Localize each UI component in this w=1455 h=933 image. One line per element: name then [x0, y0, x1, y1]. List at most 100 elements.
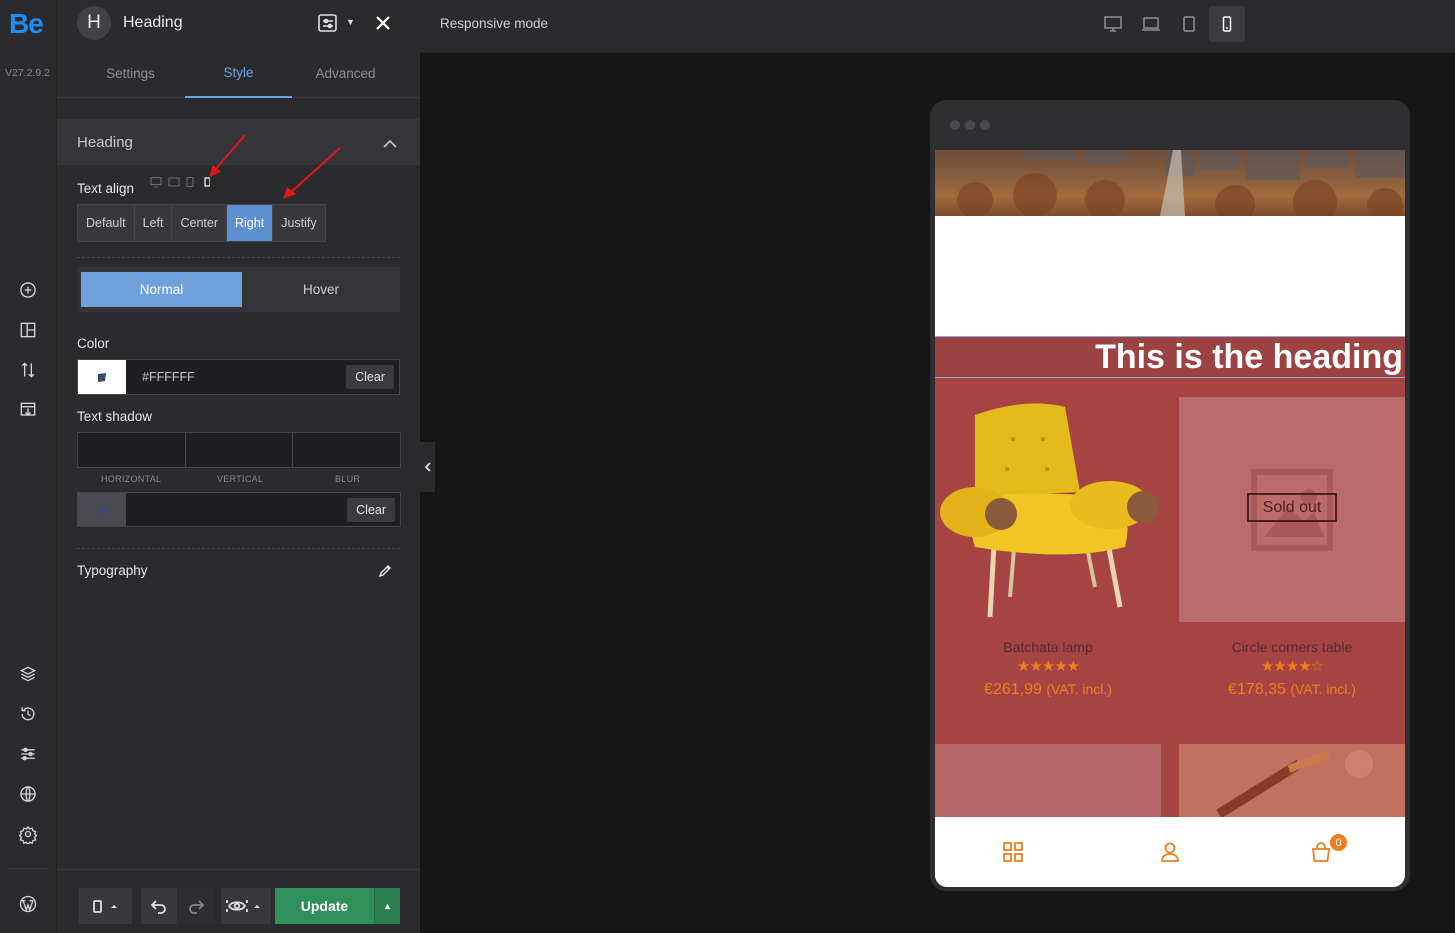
preview-screen: This is the heading Batchata lamp ★★★★★ …	[935, 150, 1405, 887]
section-title: Heading	[77, 134, 133, 151]
state-toggle: Normal Hover	[77, 267, 400, 312]
selected-heading-element[interactable]: This is the heading	[935, 336, 1405, 378]
bottom-nav: 0	[935, 817, 1405, 887]
laptop-icon	[1142, 17, 1160, 31]
redo-icon	[189, 900, 205, 914]
heading-element-badge: H	[77, 6, 111, 40]
product-image-placeholder[interactable]	[935, 744, 1161, 817]
undo-icon	[150, 900, 166, 914]
color-label: Color	[77, 336, 110, 351]
settings-icon[interactable]	[16, 822, 40, 846]
laptop-view-button[interactable]	[1133, 6, 1169, 42]
product-price: €261,99 (VAT. incl.)	[935, 681, 1161, 699]
sliders-icon[interactable]	[16, 742, 40, 766]
shadow-vertical-label: VERTICAL	[217, 474, 264, 484]
presets-dropdown-icon[interactable]: ▼	[346, 17, 355, 27]
white-content-block	[935, 216, 1405, 337]
shadow-horizontal-label: HORIZONTAL	[101, 474, 162, 484]
import-icon[interactable]	[16, 398, 40, 422]
divider	[77, 548, 400, 549]
top-bar: Responsive mode	[420, 0, 1455, 53]
user-icon[interactable]	[1158, 840, 1182, 864]
chevron-left-icon	[424, 462, 431, 472]
annotation-arrows	[209, 134, 341, 199]
sold-out-badge: Sold out	[1247, 493, 1337, 522]
price-value: €178,35	[1228, 681, 1286, 698]
typography-label: Typography	[77, 563, 148, 578]
product-image-tools[interactable]	[1179, 744, 1405, 817]
color-value-input[interactable]: #FFFFFF	[142, 370, 195, 384]
collapse-panel-button[interactable]	[420, 442, 435, 492]
window-dot	[965, 120, 975, 130]
normal-state-button[interactable]: Normal	[81, 272, 242, 307]
layers-icon[interactable]	[16, 662, 40, 686]
product-name[interactable]: Circle corners table	[1179, 639, 1405, 655]
eye-icon	[226, 900, 260, 912]
product-image-chair[interactable]	[935, 397, 1161, 622]
globe-icon[interactable]	[16, 782, 40, 806]
responsive-devices-icons[interactable]	[150, 176, 210, 188]
presets-icon[interactable]	[317, 12, 339, 34]
eyedropper-icon	[97, 505, 107, 514]
responsive-mode-title: Responsive mode	[440, 16, 549, 31]
update-button[interactable]: Update	[275, 888, 374, 924]
shadow-color-field: Clear	[77, 492, 401, 527]
wordpress-icon[interactable]	[16, 892, 40, 916]
sort-icon[interactable]	[16, 358, 40, 382]
align-right-button[interactable]: Right	[227, 205, 274, 241]
be-logo[interactable]: Be	[9, 8, 44, 40]
color-swatch[interactable]	[78, 360, 126, 394]
tablet-view-button[interactable]	[1171, 6, 1207, 42]
product-price: €178,35 (VAT. incl.)	[1179, 681, 1405, 699]
preview-button[interactable]	[221, 888, 271, 924]
shadow-blur-input[interactable]	[293, 433, 400, 467]
tab-advanced[interactable]: Advanced	[292, 48, 399, 98]
align-center-button[interactable]: Center	[172, 205, 227, 241]
edit-pencil-icon[interactable]	[377, 563, 393, 584]
history-icon[interactable]	[16, 702, 40, 726]
price-tax: (VAT. incl.)	[1046, 681, 1112, 697]
layout-icon[interactable]	[16, 318, 40, 342]
grid-icon[interactable]	[1001, 840, 1025, 864]
align-default-button[interactable]: Default	[78, 205, 135, 241]
divider	[77, 257, 400, 258]
update-options-button[interactable]: ▲	[374, 888, 400, 924]
text-align-segmented: Default Left Center Right Justify	[77, 204, 326, 242]
shadow-color-swatch[interactable]	[78, 493, 126, 526]
bottom-toolbar: Update ▲	[57, 869, 420, 933]
close-icon[interactable]	[373, 13, 393, 33]
window-dot	[980, 120, 990, 130]
shadow-horizontal-input[interactable]	[78, 433, 186, 467]
mobile-icon	[1222, 16, 1232, 32]
mobile-preview-frame: This is the heading Batchata lamp ★★★★★ …	[930, 100, 1410, 891]
product-name[interactable]: Batchata lamp	[935, 639, 1161, 655]
redo-button[interactable]	[178, 888, 214, 924]
chevron-up-icon[interactable]	[383, 136, 397, 154]
text-shadow-label: Text shadow	[77, 409, 153, 424]
align-justify-button[interactable]: Justify	[273, 205, 324, 241]
price-value: €261,99	[984, 681, 1042, 698]
desktop-view-button[interactable]	[1095, 6, 1131, 42]
hero-city-image	[935, 150, 1405, 225]
tab-style[interactable]: Style	[185, 48, 292, 98]
hover-state-button[interactable]: Hover	[242, 272, 400, 307]
shadow-clear-button[interactable]: Clear	[347, 498, 395, 522]
product-rating: ★★★★★	[1016, 658, 1080, 675]
mobile-icon	[92, 900, 117, 913]
desktop-icon	[1104, 16, 1122, 32]
text-align-label: Text align	[77, 181, 135, 196]
undo-button[interactable]	[141, 888, 177, 924]
shadow-vertical-input[interactable]	[186, 433, 294, 467]
device-switch-button[interactable]	[79, 888, 132, 924]
shadow-blur-label: BLUR	[335, 474, 361, 484]
tab-settings[interactable]: Settings	[77, 48, 184, 98]
align-left-button[interactable]: Left	[135, 205, 173, 241]
panel-header: H Heading ▼	[57, 0, 420, 46]
color-clear-button[interactable]: Clear	[346, 365, 394, 389]
version-label: V27.2.9.2	[5, 67, 50, 79]
cart-count-badge: 0	[1330, 834, 1347, 851]
settings-panel: H Heading ▼ Settings Style Advanced Head…	[57, 0, 420, 933]
left-rail: Be V27.2.9.2	[0, 0, 57, 933]
mobile-view-button[interactable]	[1209, 6, 1245, 42]
add-icon[interactable]	[16, 278, 40, 302]
